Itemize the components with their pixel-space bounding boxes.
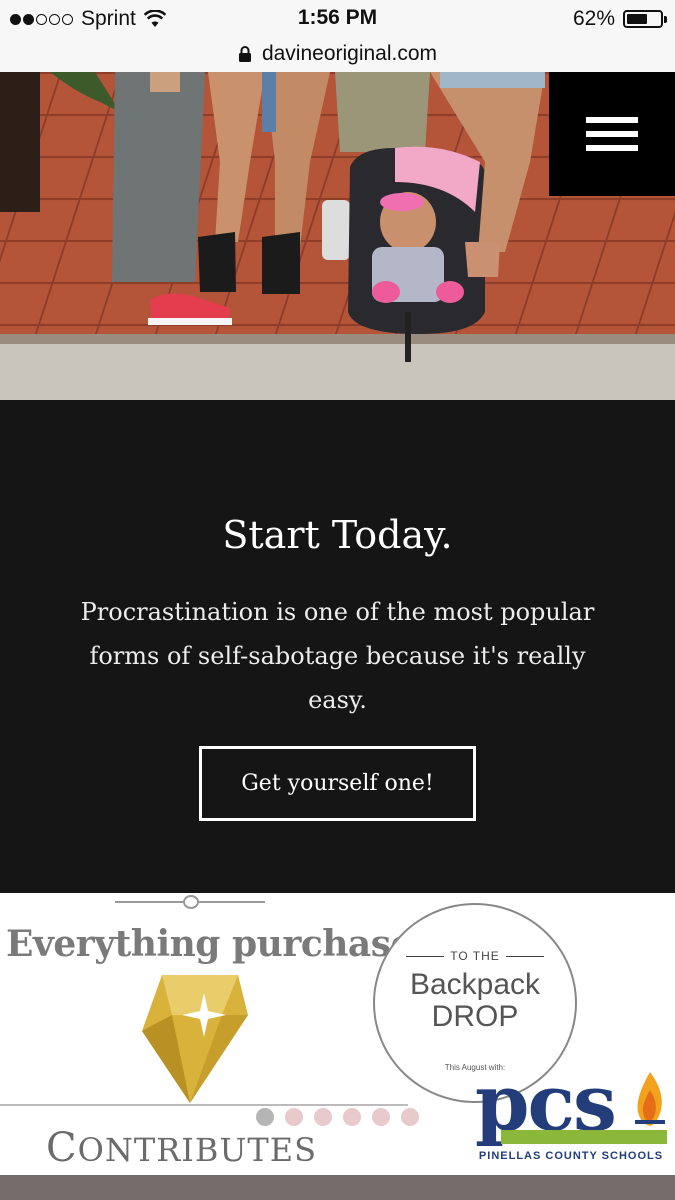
menu-icon-bar [586,117,638,123]
gold-diamond-icon [142,975,248,1103]
carousel-dot[interactable] [256,1108,274,1126]
get-yourself-one-button[interactable]: Get yourself one! [199,746,476,821]
promo-headline: Everything purchased [6,923,438,965]
menu-icon-bar [586,145,638,151]
carousel-dot[interactable] [314,1108,332,1126]
pcs-green-bar [501,1130,667,1144]
carousel-dot[interactable] [343,1108,361,1126]
backpack-line1: Backpack [409,968,541,1001]
section-body: Procrastination is one of the most popul… [80,598,595,714]
contributes-initial: C [46,1125,78,1171]
menu-icon-bar [586,131,638,137]
status-right: 62% [572,7,667,31]
battery-percent: 62% [572,7,615,30]
flame-icon [635,1072,665,1126]
address-bar[interactable]: davineoriginal.com [0,36,675,72]
cta-section: Start Today. Procrastination is one of t… [0,400,675,893]
battery-fill [627,14,647,24]
backpack-title: Backpack DROP [375,969,575,1033]
swirl-ornament-icon [183,895,199,909]
backpack-line2: DROP [431,1000,519,1033]
contributes-rest: ONTRIBUTES [77,1131,318,1169]
menu-button[interactable] [549,72,675,196]
battery-icon [623,10,667,28]
backpack-small-label: TO THE [375,949,575,963]
url-domain: davineoriginal.com [261,42,438,65]
carousel-dot[interactable] [372,1108,390,1126]
status-bar: Sprint 1:56 PM 62% [0,0,675,36]
pcs-name: PINELLAS COUNTY SCHOOLS [478,1150,664,1162]
promo-rule [0,1104,408,1106]
lock-icon [238,45,251,62]
carousel-dots [256,1108,419,1126]
contributes-text: CONTRIBUTES [46,1125,317,1171]
promo-banner[interactable]: Everything purchased CONTRIBUTES TO THE … [0,893,675,1175]
footer-strip [0,1175,675,1200]
carousel-dot[interactable] [401,1108,419,1126]
section-title: Start Today. [222,513,453,557]
carousel-dot[interactable] [285,1108,303,1126]
pcs-logo: pcs PINELLAS COUNTY SCHOOLS [473,1065,673,1168]
